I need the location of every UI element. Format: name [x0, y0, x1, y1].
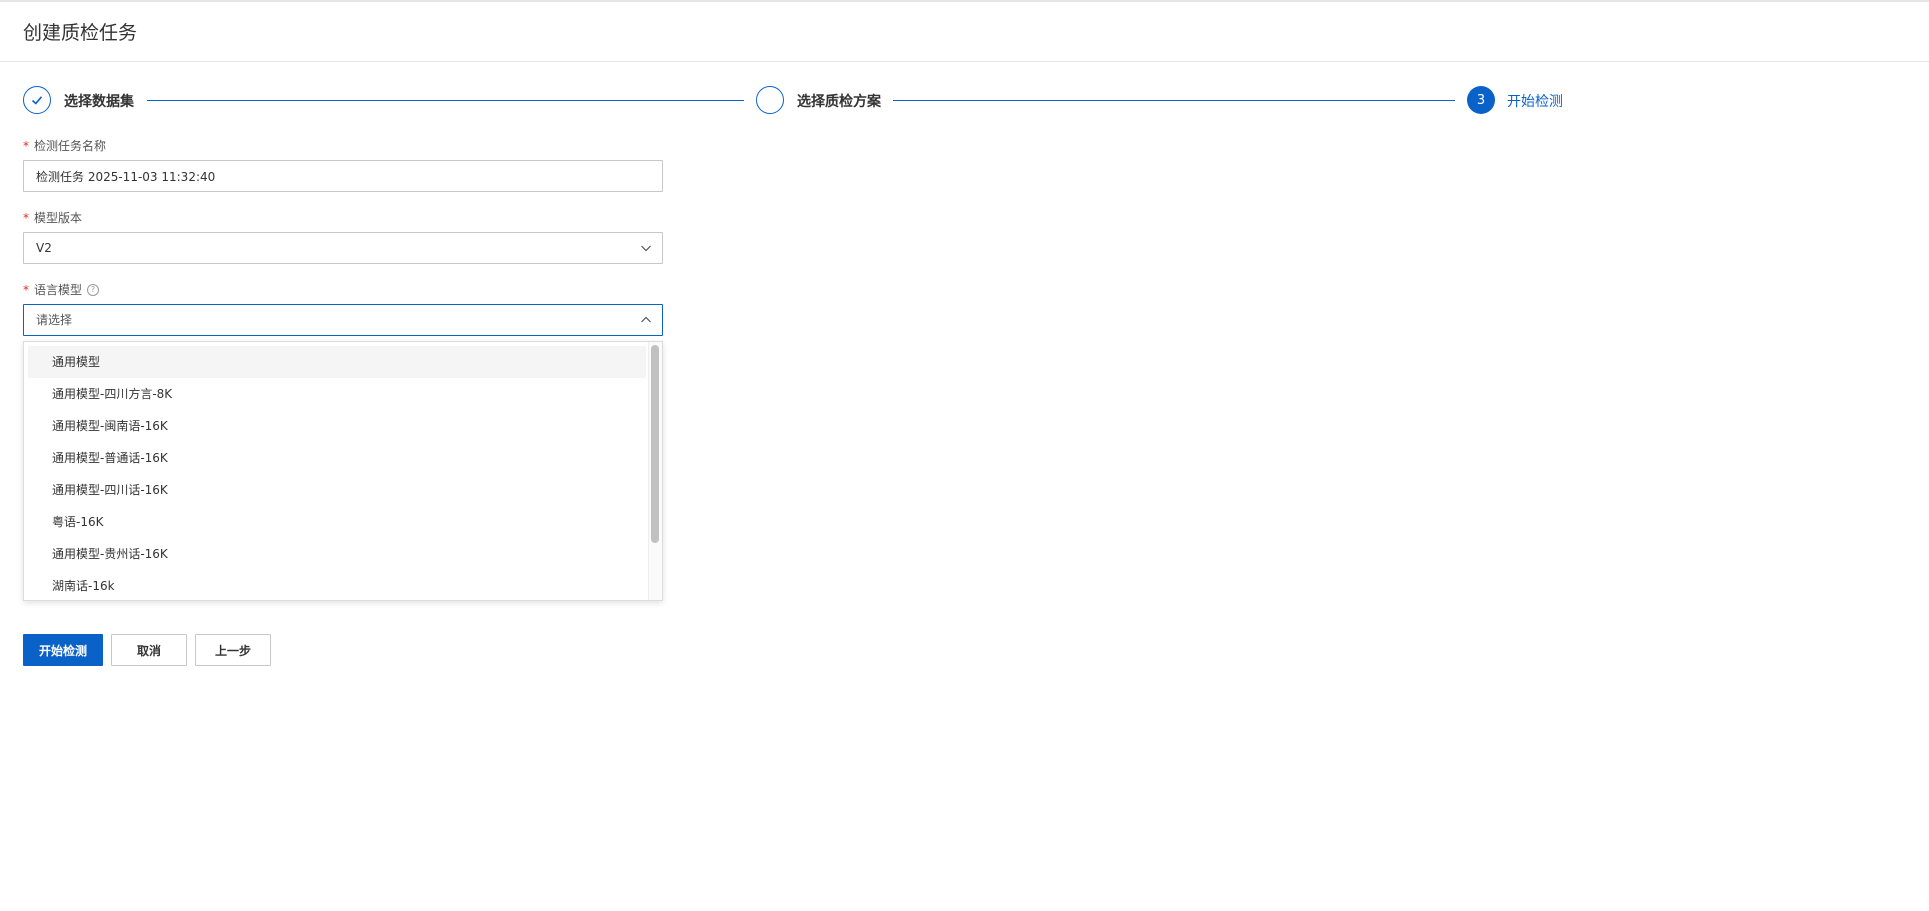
dropdown-option[interactable]: 通用模型-四川方言-8K	[28, 378, 646, 410]
chevron-down-icon	[641, 245, 651, 252]
start-detection-button[interactable]: 开始检测	[23, 634, 103, 666]
language-model-dropdown: 通用模型 通用模型-四川方言-8K 通用模型-闽南语-16K 通用模型-普通话-…	[23, 341, 663, 601]
steps-bar: 选择数据集 选择质检方案 3 开始检测	[0, 0, 1929, 120]
task-name-label: * 检测任务名称	[23, 138, 106, 154]
task-name-input[interactable]	[23, 160, 663, 192]
language-model-label: * 语言模型 ?	[23, 282, 100, 298]
cancel-button[interactable]: 取消	[111, 634, 187, 666]
model-version-label-text: 模型版本	[34, 211, 83, 225]
step-connector-1	[147, 100, 744, 101]
required-mark: *	[23, 139, 29, 153]
step-3-label: 开始检测	[1507, 94, 1563, 110]
step-1-check-icon	[23, 86, 51, 114]
dropdown-option[interactable]: 通用模型	[28, 346, 646, 378]
step-1-label: 选择数据集	[64, 94, 134, 110]
model-version-label: * 模型版本	[23, 210, 82, 226]
step-2-circle	[756, 86, 784, 114]
required-mark: *	[23, 283, 29, 297]
dropdown-option[interactable]: 通用模型-普通话-16K	[28, 442, 646, 474]
dropdown-option[interactable]: 湖南话-16k	[28, 570, 646, 600]
task-name-label-text: 检测任务名称	[34, 139, 107, 153]
step-connector-2	[893, 100, 1455, 101]
dropdown-scrollbar-thumb[interactable]	[651, 345, 659, 543]
language-model-select[interactable]: 请选择	[23, 304, 663, 336]
dropdown-option[interactable]: 通用模型-闽南语-16K	[28, 410, 646, 442]
step-3-circle: 3	[1467, 86, 1495, 114]
language-model-label-text: 语言模型	[34, 283, 83, 297]
language-model-placeholder: 请选择	[36, 313, 73, 327]
check-icon	[31, 96, 43, 105]
dropdown-option[interactable]: 通用模型-贵州话-16K	[28, 538, 646, 570]
model-version-value: V2	[36, 241, 52, 255]
step-2-label: 选择质检方案	[797, 94, 881, 110]
dropdown-scrollbar[interactable]	[648, 342, 662, 600]
chevron-up-icon	[641, 316, 651, 323]
previous-step-button[interactable]: 上一步	[195, 634, 271, 666]
required-mark: *	[23, 211, 29, 225]
dropdown-option[interactable]: 通用模型-四川话-16K	[28, 474, 646, 506]
model-version-select[interactable]: V2	[23, 232, 663, 264]
question-circle-icon[interactable]: ?	[87, 284, 100, 296]
dropdown-option[interactable]: 粤语-16K	[28, 506, 646, 538]
